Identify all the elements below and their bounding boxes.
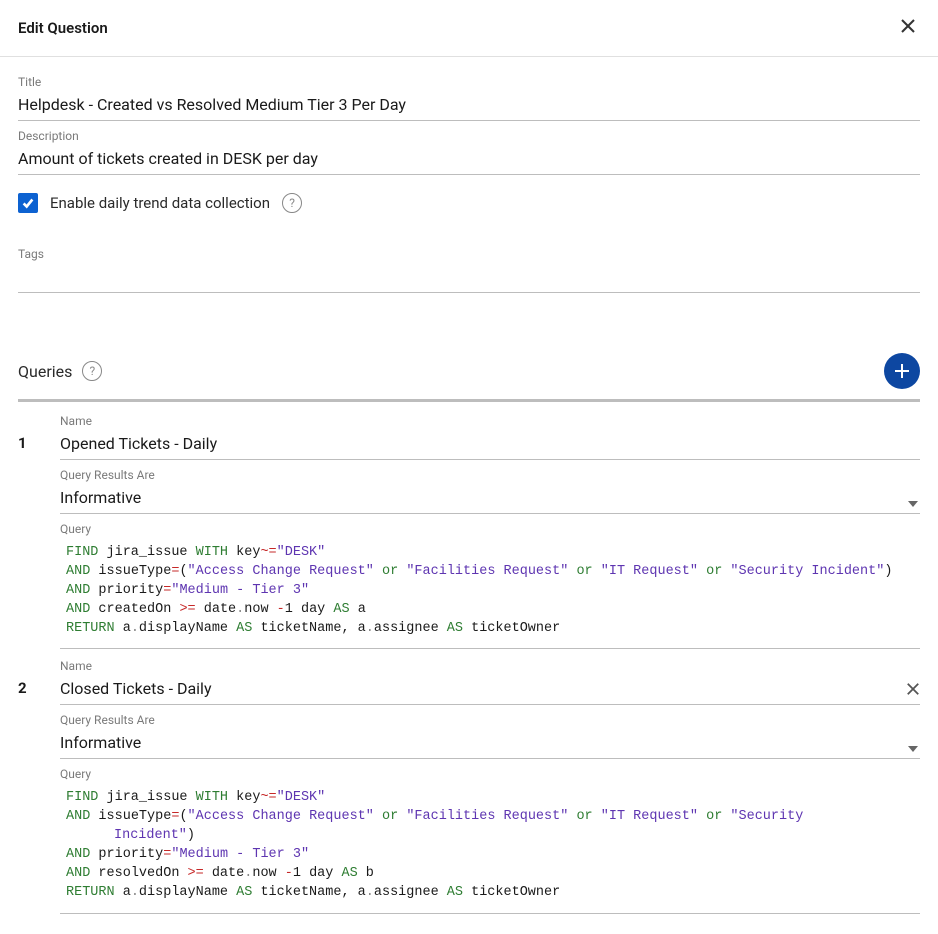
enable-trend-label: Enable daily trend data collection [50,194,270,212]
tags-input[interactable] [18,263,920,293]
query-body: Name Query Results Are Query FIND jira_issu… [60,659,920,913]
query-results-select[interactable] [60,484,920,514]
plus-icon [893,362,911,380]
tags-label: Tags [18,247,920,261]
queries-divider [18,399,920,402]
dialog-header: Edit Question [0,0,938,57]
query-name-input[interactable] [60,675,920,705]
query-block: 1 Name Query Results Are Query FIND jira_iss… [18,414,920,649]
description-input[interactable] [18,145,920,175]
queries-help-button[interactable]: ? [82,361,102,381]
queries-header: Queries ? [18,353,920,399]
query-code-label: Query [60,522,920,536]
query-number: 1 [18,414,30,452]
query-name-field: Name [60,414,920,460]
query-code-editor[interactable]: FIND jira_issue WITH key~="DESK"AND issu… [60,538,920,649]
close-icon [900,18,916,34]
description-label: Description [18,129,920,143]
query-code-editor[interactable]: FIND jira_issue WITH key~="DESK"AND issu… [60,783,920,913]
query-results-label: Query Results Are [60,468,920,482]
dialog-title: Edit Question [18,19,108,37]
query-name-label: Name [60,659,920,673]
query-results-select[interactable] [60,729,920,759]
query-number: 2 [18,659,30,697]
query-code-label: Query [60,767,920,781]
queries-title: Queries [18,362,72,381]
query-name-input[interactable] [60,430,920,460]
description-field: Description [18,129,920,175]
enable-trend-row: Enable daily trend data collection ? [18,193,920,213]
question-icon: ? [90,364,96,378]
tags-field: Tags [18,247,920,293]
question-icon: ? [289,196,295,210]
dialog-body: Title Description Enable daily trend dat… [0,57,938,934]
query-results-label: Query Results Are [60,713,920,727]
title-label: Title [18,75,920,89]
query-name-label: Name [60,414,920,428]
add-query-button[interactable] [884,353,920,389]
query-block: 2 Name Query Results Are Query FIND jira_iss… [18,659,920,913]
remove-query-button[interactable] [906,681,920,700]
query-results-field: Query Results Are [60,713,920,759]
query-results-field: Query Results Are [60,468,920,514]
query-name-field: Name [60,659,920,705]
title-field: Title [18,75,920,121]
enable-trend-checkbox[interactable] [18,193,38,213]
query-body: Name Query Results Are Query FIND jira_issu… [60,414,920,649]
close-button[interactable] [896,14,920,42]
trend-help-button[interactable]: ? [282,193,302,213]
check-icon [21,196,35,210]
close-icon [906,682,920,696]
query-code-field: Query FIND jira_issue WITH key~="DESK"AND… [60,767,920,913]
title-input[interactable] [18,91,920,121]
query-code-field: Query FIND jira_issue WITH key~="DESK"AND… [60,522,920,649]
